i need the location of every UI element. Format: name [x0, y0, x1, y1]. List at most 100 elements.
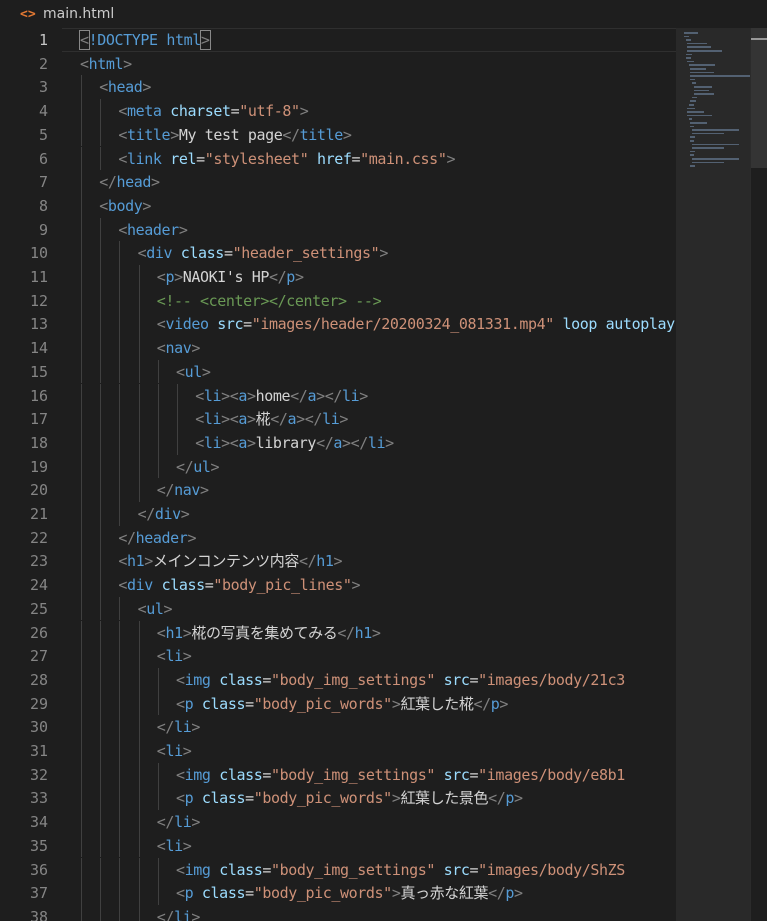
code-token: div [154, 505, 181, 523]
code-token: <!-- <center></center> --> [156, 291, 382, 310]
code-line[interactable]: <!-- <center></center> --> [62, 289, 676, 313]
indent-guide [81, 833, 82, 858]
indent-guide [81, 786, 82, 811]
indent-guide [81, 99, 82, 123]
code-token: > [174, 268, 183, 286]
code-line[interactable]: <body> [62, 194, 676, 218]
indent-guide [81, 478, 82, 502]
code-line[interactable]: <h1>メインコンテンツ内容</h1> [62, 549, 676, 573]
indent-guide [100, 881, 102, 905]
code-area[interactable]: <!DOCTYPE html> <html> <head> <meta charset… [62, 28, 676, 921]
scrollbar-thumb[interactable] [751, 28, 767, 168]
file-name[interactable]: main.html [43, 6, 114, 22]
code-line[interactable]: <html> [62, 52, 676, 76]
code-line[interactable]: <!DOCTYPE html> [62, 28, 676, 52]
line-number: 31 [29, 742, 48, 760]
code-token: < [118, 125, 128, 144]
indent-guide [138, 620, 140, 645]
code-token: > [513, 789, 523, 808]
line-number: 18 [29, 433, 48, 452]
code-token: < [118, 149, 128, 168]
line-number: 15 [29, 362, 48, 381]
code-line[interactable]: </li> [62, 715, 676, 739]
code-token: class [201, 789, 246, 808]
code-line[interactable]: <div class="body_pic_lines"> [62, 573, 676, 597]
indent-guide [119, 478, 121, 502]
indent-guide [81, 336, 82, 360]
code-line[interactable]: </li> [62, 905, 676, 921]
indent-guide [119, 430, 121, 455]
code-token: a [307, 386, 317, 405]
indent-guide [119, 359, 121, 384]
code-line[interactable]: <li> [62, 644, 676, 668]
code-line[interactable]: </header> [62, 526, 676, 550]
code-token: class [161, 576, 206, 595]
indent-guide [119, 312, 121, 337]
indent-guide [119, 383, 121, 408]
code-token: < [137, 244, 147, 263]
code-line[interactable]: <li> [62, 834, 676, 858]
code-line[interactable]: <img class="body_img_settings" src="imag… [62, 858, 676, 882]
line-number: 27 [29, 647, 48, 666]
code-line[interactable]: <ul> [62, 360, 676, 384]
code-line[interactable]: </div> [62, 502, 676, 526]
line-number: 26 [29, 623, 48, 642]
code-line[interactable]: <p>NAOKI's HP</p> [62, 265, 676, 289]
code-line[interactable]: <li> [62, 739, 676, 763]
code-line[interactable]: <nav> [62, 336, 676, 360]
code-line[interactable]: <div class="header_settings"> [62, 241, 676, 265]
indent-guide [100, 739, 102, 763]
code-token: autoplay [605, 315, 675, 334]
line-number: 1 [38, 31, 48, 49]
code-line[interactable]: <h1>椛の写真を集めてみる</h1> [62, 621, 676, 645]
code-line[interactable]: <title>My test page</title> [62, 123, 676, 147]
code-editor[interactable]: <> main.html 1 2 3 4 5 6 7 8 9 10 11 12 13 14 15 16 17 18… [0, 0, 767, 921]
code-line[interactable]: <head> [62, 75, 676, 99]
indent-guide [138, 786, 140, 811]
indent-guide [100, 312, 102, 337]
code-line[interactable]: <ul> [62, 597, 676, 621]
code-line[interactable]: <li><a>椛</a></li> [62, 407, 676, 431]
code-token: p [184, 884, 194, 903]
code-token: nav [174, 481, 200, 500]
code-token: > [513, 884, 523, 903]
line-number: 10 [29, 244, 48, 263]
code-token: "body_img_settings" [270, 860, 435, 879]
code-line[interactable]: <link rel="stylesheet" href="main.css"> [62, 147, 676, 171]
code-token: li [341, 386, 360, 405]
indent-guide [119, 739, 121, 763]
code-line[interactable]: </ul> [62, 455, 676, 479]
code-line[interactable]: <img class="body_img_settings" src="imag… [62, 668, 676, 692]
code-token: = [469, 670, 479, 689]
vertical-scrollbar[interactable] [750, 28, 767, 921]
indent-guide [119, 691, 121, 716]
code-line[interactable]: <li><a>home</a></li> [62, 384, 676, 408]
indent-guide [138, 336, 140, 360]
indent-guide [81, 857, 82, 882]
indent-guide [157, 359, 159, 384]
code-line[interactable]: <li><a>library</a></li> [62, 431, 676, 455]
code-token: < [99, 196, 108, 215]
code-line[interactable]: </head> [62, 170, 676, 194]
code-line[interactable]: <meta charset="utf-8"> [62, 99, 676, 123]
code-line[interactable]: <video src="images/header/20200324_08133… [62, 312, 676, 336]
code-token: < [176, 694, 185, 713]
indent-guide [100, 786, 102, 811]
code-line[interactable]: <p class="body_pic_words">紅葉した景色</p> [62, 786, 676, 810]
code-line[interactable]: <p class="body_pic_words">紅葉した椛</p> [62, 692, 676, 716]
code-token: > [182, 647, 192, 666]
code-token: </ [298, 552, 317, 571]
minimap-viewport[interactable] [676, 28, 750, 921]
code-line[interactable]: <img class="body_img_settings" src="imag… [62, 763, 676, 787]
code-line[interactable]: </nav> [62, 478, 676, 502]
code-token: = [243, 315, 252, 334]
indent-guide [81, 170, 82, 194]
indent-guide [138, 430, 140, 455]
code-token: !DOCTYPE [88, 31, 158, 49]
line-number: 11 [29, 268, 48, 286]
code-token: html [166, 31, 201, 49]
code-line[interactable]: </li> [62, 810, 676, 834]
indent-guide [100, 407, 102, 431]
code-line[interactable]: <header> [62, 218, 676, 242]
code-line[interactable]: <p class="body_pic_words">真っ赤な紅葉</p> [62, 881, 676, 905]
